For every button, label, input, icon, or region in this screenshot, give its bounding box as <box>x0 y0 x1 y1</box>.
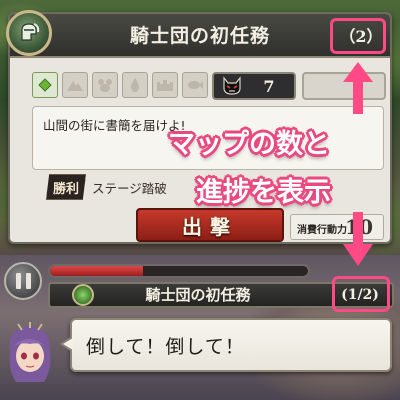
water-drop-icon <box>122 72 148 98</box>
enemy-count: 7 <box>263 76 275 96</box>
arrow-up-icon <box>343 62 373 114</box>
beast-icon <box>92 72 118 98</box>
leaf-icon <box>32 72 58 98</box>
annotation-line-2: 進捗を表示 <box>196 177 331 208</box>
demon-face-icon <box>220 75 244 97</box>
pause-button[interactable] <box>4 262 42 300</box>
character-portrait <box>9 322 51 382</box>
castle-icon <box>152 72 178 98</box>
enemy-count-box: 7 <box>212 72 296 100</box>
mountain-icon <box>62 72 88 98</box>
battle-stage-title: 騎士団の初任務 <box>145 286 251 304</box>
hp-bar <box>48 264 310 278</box>
arrow-down-icon <box>343 212 373 266</box>
victory-condition: ステージ踏破 <box>92 181 167 196</box>
map-count-highlight <box>330 18 386 54</box>
sortie-button[interactable]: 出撃 <box>136 208 284 242</box>
speech-bubble: 倒して！倒して！ <box>60 318 392 372</box>
terrain-icon-row <box>32 72 208 98</box>
hp-bar-fill <box>50 266 143 276</box>
victory-badge: 勝利 <box>46 174 86 200</box>
annotation-line-1: マップの数と <box>168 129 330 160</box>
pause-icon-bar <box>25 273 31 289</box>
knight-helmet-emblem-icon <box>6 10 52 56</box>
mission-text: 山間の街に書簡を届けよ! <box>43 118 186 133</box>
speech-text: 倒して！倒して！ <box>86 336 245 358</box>
ap-label: 消費行動力 <box>297 225 347 236</box>
fish-icon <box>182 72 208 98</box>
map-progress-highlight <box>332 276 390 312</box>
pause-icon <box>15 273 21 289</box>
